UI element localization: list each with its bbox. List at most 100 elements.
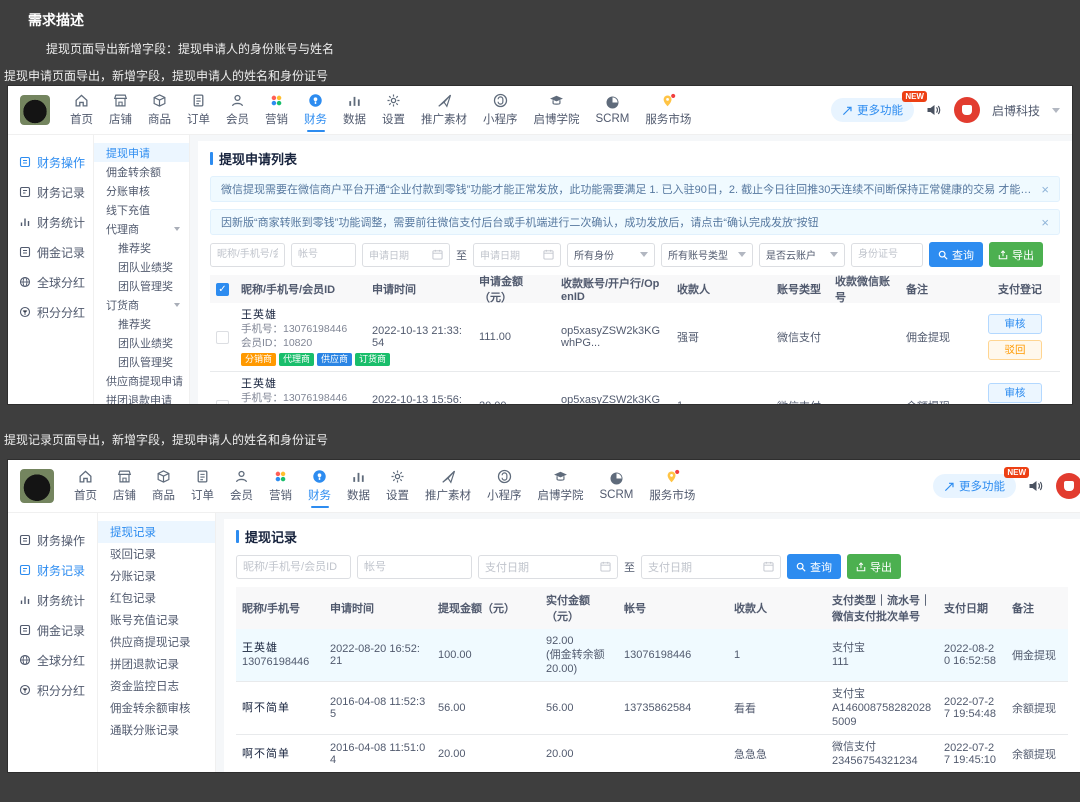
sidebar-item-points-dividend[interactable]: 积分分红	[8, 675, 97, 705]
sidebar-item-global-dividend[interactable]: 全球分红	[8, 645, 97, 675]
date-from-picker[interactable]: 支付日期	[478, 554, 618, 579]
avatar[interactable]	[1056, 473, 1080, 499]
select-all-checkbox[interactable]	[216, 282, 229, 296]
nav-settings[interactable]: 设置	[374, 87, 413, 133]
export-button[interactable]: 导出	[847, 554, 901, 579]
more-features-button[interactable]: 更多功能 NEW	[830, 91, 927, 122]
audit-button[interactable]: 审核	[988, 383, 1042, 403]
nav-home[interactable]: 首页	[66, 463, 105, 509]
nav-finance[interactable]: 财务	[300, 463, 339, 509]
nav-data[interactable]: 数据	[339, 463, 378, 509]
avatar[interactable]	[953, 97, 980, 123]
nav-settings[interactable]: 设置	[378, 463, 417, 509]
sidebar-item-commission-records[interactable]: 佣金记录	[8, 237, 93, 267]
sidebar-item-finance-stats[interactable]: 财务统计	[8, 585, 97, 615]
nav-member[interactable]: 会员	[218, 87, 257, 133]
nav-service-market[interactable]: 服务市场	[641, 463, 703, 509]
more-features-button[interactable]: 更多功能 NEW	[933, 467, 1029, 498]
sidebar-item-finance-stats[interactable]: 财务统计	[8, 207, 93, 237]
nav-shop[interactable]: 店铺	[105, 463, 144, 509]
submenu-split-audit[interactable]: 分账审核	[94, 181, 189, 200]
close-icon[interactable]	[1031, 182, 1049, 197]
nav-academy[interactable]: 启博学院	[530, 463, 592, 509]
submenu-agent-team-performance[interactable]: 团队业绩奖	[94, 257, 189, 276]
submenu-group-refund[interactable]: 拼团退款申请	[94, 390, 189, 405]
submenu-tonglian-split-records[interactable]: 通联分账记录	[98, 719, 215, 741]
nav-marketing[interactable]: 营销	[257, 87, 296, 133]
nav-goods[interactable]: 商品	[140, 87, 179, 133]
submenu-commission-to-balance-audit[interactable]: 佣金转余额审核	[98, 697, 215, 719]
export-button[interactable]: 导出	[989, 242, 1043, 267]
announcement-icon[interactable]	[1028, 479, 1044, 493]
sidebar-item-commission-records[interactable]: 佣金记录	[8, 615, 97, 645]
submenu-agent-team-manage[interactable]: 团队管理奖	[94, 276, 189, 295]
submenu-offline-recharge[interactable]: 线下充值	[94, 200, 189, 219]
submenu-commission-to-balance[interactable]: 佣金转余额	[94, 162, 189, 181]
shot1-main: 提现申请列表 微信提现需要在微信商户平台开通“企业付款到零钱”功能才能正常发放，…	[190, 135, 1072, 404]
idcard-input[interactable]	[851, 242, 923, 267]
cloud-account-select[interactable]: 是否云账户	[759, 242, 845, 267]
account-type-select[interactable]: 所有账号类型	[661, 242, 753, 267]
submenu-agent-referral[interactable]: 推荐奖	[94, 238, 189, 257]
sidebar-item-finance-records[interactable]: 财务记录	[8, 555, 97, 585]
nav-member[interactable]: 会员	[222, 463, 261, 509]
nav-goods[interactable]: 商品	[144, 463, 183, 509]
date-from-picker[interactable]: 申请日期	[362, 242, 450, 267]
submenu-dealer-referral[interactable]: 推荐奖	[94, 314, 189, 333]
close-icon[interactable]	[1031, 215, 1049, 230]
submenu-recharge-records[interactable]: 账号充值记录	[98, 609, 215, 631]
badge-supplier: 供应商	[317, 353, 353, 366]
submenu-withdraw-apply[interactable]: 提现申请	[94, 143, 189, 162]
sidebar-item-finance-ops[interactable]: 财务操作	[8, 525, 97, 555]
sidebar-item-points-dividend[interactable]: 积分分红	[8, 297, 93, 327]
sidebar-item-global-dividend[interactable]: 全球分红	[8, 267, 93, 297]
nav-service-market[interactable]: 服务市场	[637, 87, 699, 133]
submenu-agent-group[interactable]: 代理商	[94, 219, 189, 238]
nav-miniapp[interactable]: 小程序	[475, 87, 526, 133]
submenu-fund-monitor-log[interactable]: 资金监控日志	[98, 675, 215, 697]
search-button[interactable]: 查询	[929, 242, 983, 267]
company-name[interactable]: 启博科技	[992, 102, 1040, 119]
audit-button[interactable]: 审核	[988, 314, 1042, 334]
nav-home[interactable]: 首页	[62, 87, 101, 133]
date-to-picker[interactable]: 申请日期	[473, 242, 561, 267]
keyword-input[interactable]	[210, 242, 285, 267]
submenu-withdraw-records[interactable]: 提现记录	[98, 521, 215, 543]
nav-scrm[interactable]: SCRM	[592, 463, 642, 509]
search-icon	[796, 562, 806, 572]
submenu-dealer-team-performance[interactable]: 团队业绩奖	[94, 333, 189, 352]
nav-academy[interactable]: 启博学院	[526, 87, 588, 133]
nav-order[interactable]: 订单	[183, 463, 222, 509]
row-checkbox[interactable]	[216, 330, 229, 344]
submenu-supplier-withdraw[interactable]: 供应商提现申请	[94, 371, 189, 390]
sidebar-item-finance-records[interactable]: 财务记录	[8, 177, 93, 207]
account-input[interactable]	[357, 554, 472, 579]
row-checkbox[interactable]	[216, 399, 229, 404]
identity-select[interactable]: 所有身份	[567, 242, 655, 267]
submenu-supplier-withdraw-records[interactable]: 供应商提现记录	[98, 631, 215, 653]
reject-button[interactable]: 驳回	[988, 340, 1042, 360]
submenu-reject-records[interactable]: 驳回记录	[98, 543, 215, 565]
date-to-picker[interactable]: 支付日期	[641, 554, 781, 579]
account-input[interactable]	[291, 242, 356, 267]
keyword-input[interactable]	[236, 554, 351, 579]
nav-shop[interactable]: 店铺	[101, 87, 140, 133]
nav-scrm[interactable]: SCRM	[588, 87, 638, 133]
submenu-group-refund-records[interactable]: 拼团退款记录	[98, 653, 215, 675]
submenu-split-records[interactable]: 分账记录	[98, 565, 215, 587]
chevron-down-icon	[738, 252, 746, 261]
nav-data[interactable]: 数据	[335, 87, 374, 133]
search-button[interactable]: 查询	[787, 554, 841, 579]
submenu-dealer-group[interactable]: 订货商	[94, 295, 189, 314]
submenu-redpacket-records[interactable]: 红包记录	[98, 587, 215, 609]
sidebar-item-finance-ops[interactable]: 财务操作	[8, 147, 93, 177]
nav-miniapp[interactable]: 小程序	[479, 463, 530, 509]
nav-marketing[interactable]: 营销	[261, 463, 300, 509]
nav-order[interactable]: 订单	[179, 87, 218, 133]
nav-promo-material[interactable]: 推广素材	[417, 463, 479, 509]
nav-finance[interactable]: 财务	[296, 87, 335, 133]
page: 需求描述 提现页面导出新增字段：提现申请人的身份账号与姓名 提现申请页面导出，新…	[0, 0, 1080, 802]
nav-promo-material[interactable]: 推广素材	[413, 87, 475, 133]
announcement-icon[interactable]	[926, 103, 942, 117]
submenu-dealer-team-manage[interactable]: 团队管理奖	[94, 352, 189, 371]
